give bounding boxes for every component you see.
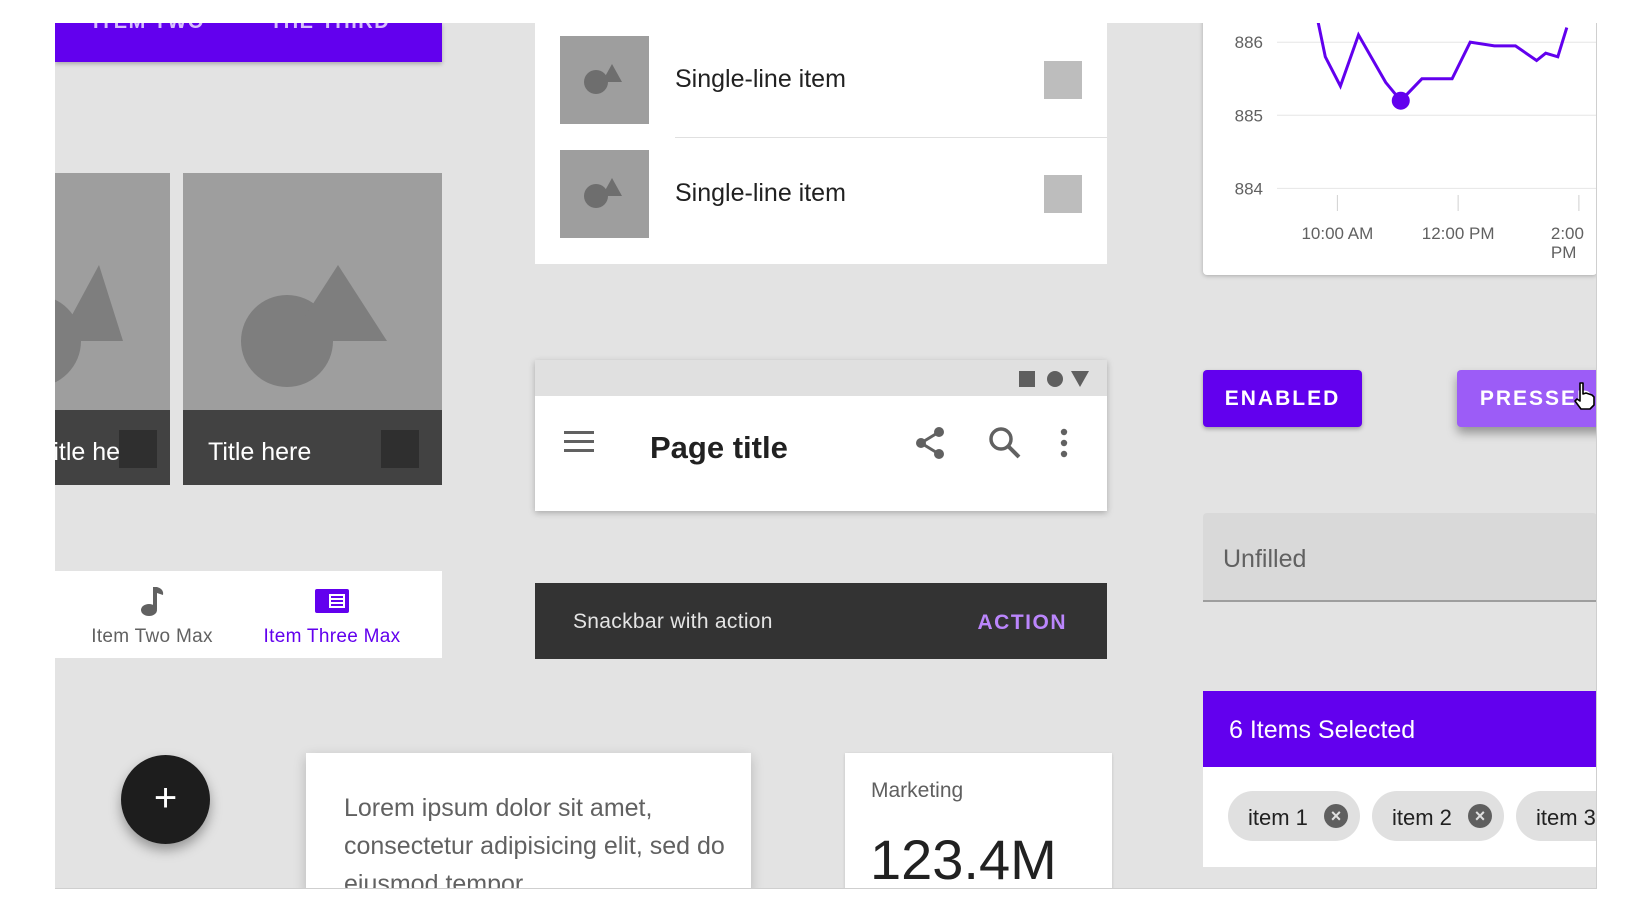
chip-label: item 2 — [1392, 805, 1452, 830]
text-card-body: Lorem ipsum dolor sit amet, consectetur … — [344, 794, 725, 889]
line-chart-card: 886 885 884 10:00 AM 12:00 PM 2:00 PM — [1203, 23, 1596, 275]
view-list-icon — [315, 589, 349, 613]
list-thumbnail — [560, 150, 649, 238]
tab-item-two[interactable]: ITEM TWO — [93, 23, 205, 34]
bottom-nav-label: Item Two Max — [91, 626, 213, 647]
hand-pointer-icon — [1574, 382, 1595, 410]
list-item[interactable]: Single-line item — [535, 137, 1107, 251]
enabled-button[interactable]: ENABLED — [1203, 370, 1362, 427]
image-card-caption: Title here — [183, 410, 442, 485]
snackbar: Snackbar with action ACTION — [535, 583, 1107, 659]
chip[interactable]: item 2 × — [1372, 791, 1504, 841]
bottom-nav-item-two[interactable]: Item Two Max — [55, 571, 249, 658]
square-icon — [1019, 371, 1035, 387]
image-card-action-icon[interactable] — [381, 430, 419, 468]
top-tab-bar: ITEM TWO THE THIRD — [55, 23, 442, 62]
menu-icon[interactable] — [564, 430, 596, 454]
chart-x-tick-label: 12:00 PM — [1422, 224, 1495, 243]
image-card-action-icon[interactable] — [119, 430, 157, 468]
page-title: Page title — [650, 430, 788, 465]
text-field-label: Unfilled — [1223, 545, 1307, 573]
list-item-checkbox[interactable] — [1044, 61, 1082, 99]
stat-value: 123.4M — [870, 828, 1057, 889]
share-icon[interactable] — [913, 426, 947, 460]
tab-the-third[interactable]: THE THIRD — [270, 23, 390, 34]
chart-x-tick-label: PM — [1551, 243, 1577, 262]
list-item-label: Single-line item — [675, 179, 846, 207]
chart-y-tick-label: 886 — [1235, 33, 1263, 52]
bottom-nav-item-three[interactable]: Item Three Max — [235, 571, 429, 658]
line-chart: 886 885 884 10:00 AM 12:00 PM 2:00PM — [1235, 23, 1596, 262]
status-icons — [1019, 371, 1089, 387]
chip-group: item 1 × item 2 × item 3 × — [1203, 767, 1596, 867]
circle-icon — [1047, 371, 1063, 387]
chart-x-tick-label: 10:00 AM — [1301, 224, 1373, 243]
chart-highlight-point — [1391, 91, 1410, 110]
list-item[interactable]: Single-line item — [535, 23, 1107, 138]
chip-label: item 1 — [1248, 805, 1308, 830]
bottom-nav-label: Item Three Max — [263, 626, 401, 647]
list-thumbnail — [560, 36, 649, 124]
image-placeholder-icon — [55, 265, 123, 383]
chart-x-tick-label: 2:00 — [1551, 224, 1584, 243]
image-card[interactable]: Title here — [55, 173, 170, 485]
text-card: Lorem ipsum dolor sit amet, consectetur … — [306, 753, 751, 889]
chip[interactable]: item 3 × — [1516, 791, 1596, 841]
bottom-navigation: Item Two Max Item Three Max — [55, 571, 442, 658]
chart-y-tick-label: 885 — [1235, 106, 1263, 125]
chip-label: item 3 — [1536, 805, 1596, 830]
snackbar-action-button[interactable]: ACTION — [978, 611, 1068, 635]
contextual-selection-bar: 6 Items Selected — [1203, 691, 1596, 767]
selection-count: 6 Items Selected — [1229, 716, 1416, 744]
search-icon[interactable] — [988, 426, 1022, 460]
triangle-icon — [1071, 371, 1089, 387]
single-line-list: Single-line item Single-line item — [535, 23, 1107, 264]
image-placeholder-icon — [584, 178, 622, 208]
image-card-title: Title here — [208, 438, 312, 466]
stat-card: Marketing 123.4M — [845, 753, 1112, 889]
app-bar-window: Page title — [535, 360, 1107, 511]
chip[interactable]: item 1 × — [1228, 791, 1360, 841]
snackbar-text: Snackbar with action — [573, 610, 773, 633]
fab-add-button[interactable]: + — [121, 755, 210, 844]
stat-label: Marketing — [871, 779, 964, 802]
close-icon[interactable]: × — [1468, 804, 1492, 828]
list-item-label: Single-line item — [675, 65, 846, 93]
list-item-checkbox[interactable] — [1044, 175, 1082, 213]
image-placeholder-icon — [241, 265, 387, 387]
plus-icon: + — [153, 776, 178, 820]
close-icon[interactable]: × — [1324, 804, 1348, 828]
image-card-caption: Title here — [55, 410, 170, 485]
image-placeholder-icon — [584, 64, 622, 94]
music-note-icon — [141, 587, 164, 616]
more-vert-icon[interactable] — [1058, 426, 1070, 460]
status-bar — [535, 360, 1107, 396]
chart-series-line — [1316, 23, 1569, 103]
component-showcase: ITEM TWO THE THIRD Title here Title here — [55, 23, 1597, 889]
chart-y-tick-label: 884 — [1235, 179, 1263, 198]
image-card[interactable]: Title here — [183, 173, 442, 485]
filled-text-field[interactable]: Unfilled — [1203, 513, 1596, 602]
